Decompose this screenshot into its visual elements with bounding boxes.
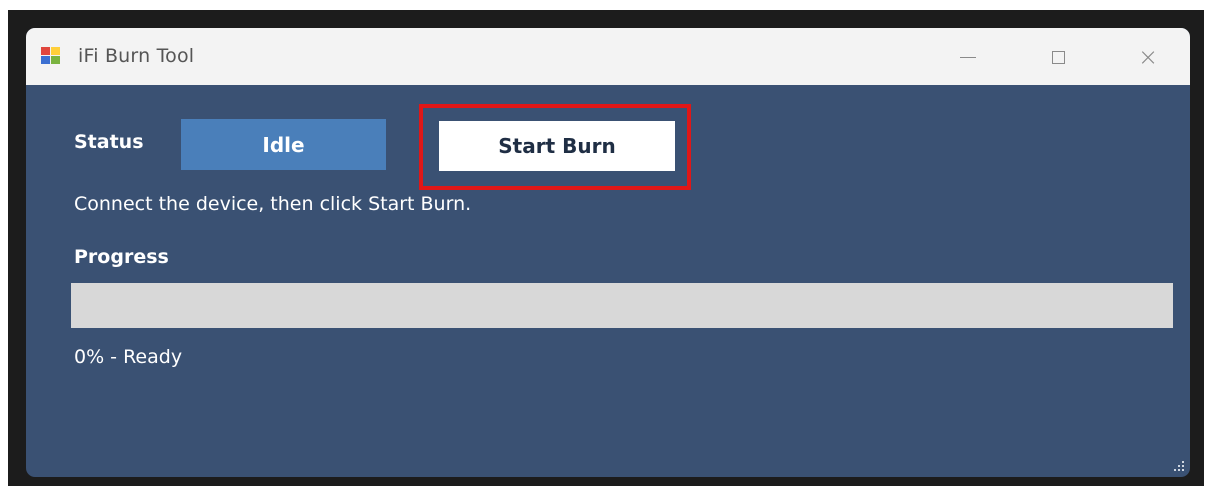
close-icon: × (1137, 43, 1159, 71)
app-icon (41, 47, 63, 66)
progress-label: Progress (74, 246, 169, 268)
progress-bar (71, 283, 1173, 328)
app-window: iFi Burn Tool × Status Idle Start Burn C… (26, 28, 1190, 477)
start-burn-button[interactable]: Start Burn (439, 121, 675, 171)
status-label: Status (74, 131, 144, 153)
progress-status-text: 0% - Ready (74, 346, 183, 368)
maximize-icon (1051, 50, 1065, 64)
resize-grip-icon[interactable] (1172, 459, 1184, 471)
title-bar[interactable]: iFi Burn Tool × (26, 28, 1190, 85)
status-value: Idle (181, 119, 386, 170)
minimize-button[interactable] (943, 40, 993, 74)
minimize-icon (960, 56, 976, 58)
window-title: iFi Burn Tool (78, 45, 195, 67)
instruction-text: Connect the device, then click Start Bur… (74, 193, 472, 215)
maximize-button[interactable] (1033, 40, 1083, 74)
close-button[interactable]: × (1123, 40, 1173, 74)
